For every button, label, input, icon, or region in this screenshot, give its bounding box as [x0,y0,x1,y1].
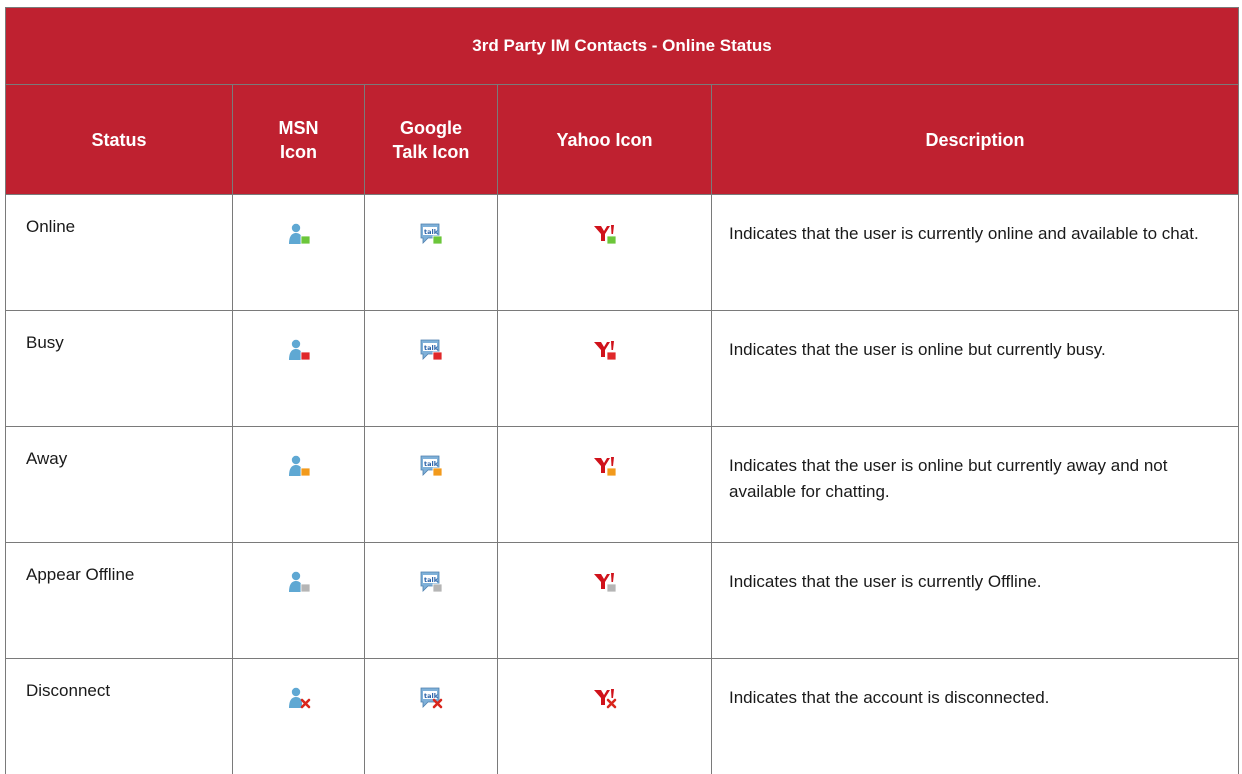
svg-text:talk: talk [424,460,439,468]
gtalk-online-icon: talk [419,222,443,251]
description-cell: Indicates that the user is online but cu… [712,427,1239,543]
description-cell: Indicates that the account is disconnect… [712,659,1239,774]
header-gtalk-line1: Google [400,118,462,138]
yahoo-icon-cell [498,543,712,659]
msn-icon-cell [233,195,365,311]
msn-icon-cell [233,659,365,774]
table-row: Appear Offline talk Indicates that the use… [6,543,1239,659]
msn-icon-cell [233,543,365,659]
table-row: Away talk Indicates that the user is onlin… [6,427,1239,543]
yahoo-icon-cell [498,311,712,427]
msn-busy-icon [287,338,311,367]
gtalk-away-icon: talk [419,454,443,483]
yahoo-appear-offline-icon [593,570,617,599]
table-header-row: Status MSN Icon Google Talk Icon Yahoo Ico… [6,85,1239,195]
header-google-talk-icon: Google Talk Icon [365,85,498,195]
svg-text:talk: talk [424,692,439,700]
header-yahoo-icon: Yahoo Icon [498,85,712,195]
gtalk-busy-icon: talk [419,338,443,367]
header-msn-icon: MSN Icon [233,85,365,195]
yahoo-icon-cell [498,195,712,311]
status-cell: Busy [6,311,233,427]
gtalk-icon-cell: talk [365,427,498,543]
yahoo-icon-cell [498,427,712,543]
status-cell: Appear Offline [6,543,233,659]
msn-online-icon [287,222,311,251]
gtalk-icon-cell: talk [365,195,498,311]
gtalk-icon-cell: talk [365,311,498,427]
yahoo-disconnect-icon [593,686,617,715]
header-gtalk-line2: Talk Icon [393,142,470,162]
header-status: Status [6,85,233,195]
svg-text:talk: talk [424,228,439,236]
header-msn-line2: Icon [280,142,317,162]
yahoo-away-icon [593,454,617,483]
table-body: Online talk Indicates that the user is cur… [6,195,1239,774]
status-cell: Away [6,427,233,543]
status-cell: Disconnect [6,659,233,774]
gtalk-icon-cell: talk [365,659,498,774]
description-cell: Indicates that the user is currently onl… [712,195,1239,311]
table-row: Disconnect talk Indicates that the account… [6,659,1239,774]
svg-text:talk: talk [424,344,439,352]
gtalk-icon-cell: talk [365,543,498,659]
table-title: 3rd Party IM Contacts - Online Status [6,8,1239,85]
status-cell: Online [6,195,233,311]
yahoo-icon-cell [498,659,712,774]
description-cell: Indicates that the user is online but cu… [712,311,1239,427]
msn-icon-cell [233,311,365,427]
im-status-table: 3rd Party IM Contacts - Online Status St… [5,7,1239,774]
msn-icon-cell [233,427,365,543]
header-msn-line1: MSN [279,118,319,138]
table-row: Online talk Indicates that the user is cur… [6,195,1239,311]
msn-disconnect-icon [287,686,311,715]
yahoo-busy-icon [593,338,617,367]
table-row: Busy talk Indicates that the user is onli… [6,311,1239,427]
svg-text:talk: talk [424,576,439,584]
msn-away-icon [287,454,311,483]
yahoo-online-icon [593,222,617,251]
table-title-row: 3rd Party IM Contacts - Online Status [6,8,1239,85]
msn-appear-offline-icon [287,570,311,599]
gtalk-disconnect-icon: talk [419,686,443,715]
description-cell: Indicates that the user is currently Off… [712,543,1239,659]
gtalk-appear-offline-icon: talk [419,570,443,599]
header-description: Description [712,85,1239,195]
